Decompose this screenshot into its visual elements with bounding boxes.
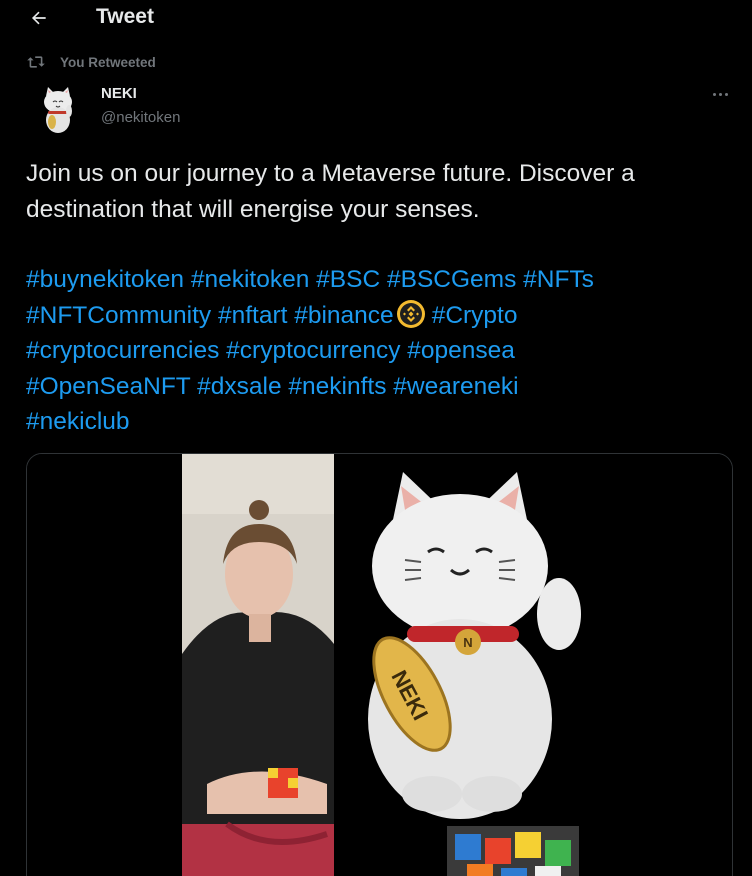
avatar[interactable] [30, 80, 86, 136]
media-frame: N NEKI [27, 454, 732, 876]
hashtag-link[interactable]: #nekitoken [191, 266, 310, 293]
collar-tag-text: N [463, 635, 472, 650]
more-dots-icon [712, 92, 716, 96]
more-options-button[interactable] [704, 84, 736, 104]
top-bar: Tweet [0, 0, 752, 36]
tweet-media-video[interactable]: N NEKI [26, 453, 733, 876]
hashtag-link[interactable]: #OpenSeaNFT [26, 373, 190, 400]
hashtag-link[interactable]: #BSCGems [387, 266, 516, 293]
hashtag-link[interactable]: #opensea [407, 337, 515, 364]
hashtag-link[interactable]: #Crypto [432, 302, 518, 329]
hashtag-link[interactable]: #buynekitoken [26, 266, 184, 293]
hashtag-link[interactable]: #NFTCommunity [26, 302, 211, 329]
hashtag-line: #cryptocurrencies #cryptocurrency #opens… [26, 333, 732, 369]
hashtag-link[interactable]: #binance [294, 302, 393, 329]
hashtag-link[interactable]: #dxsale [197, 373, 281, 400]
tweet-text: Join us on our journey to a Metaverse fu… [26, 160, 635, 223]
neki-cat-render: N NEKI [334, 454, 581, 826]
hashtag-line: #buynekitoken #nekitoken #BSC #BSCGems #… [26, 262, 732, 298]
retweet-icon [27, 56, 45, 68]
hashtag-link[interactable]: #weareneki [393, 373, 518, 400]
person-photo [182, 454, 334, 876]
hashtag-line: #OpenSeaNFT #dxsale #nekinfts #weareneki [26, 369, 732, 405]
hashtag-block: #buynekitoken #nekitoken #BSC #BSCGems #… [26, 262, 732, 440]
author-handle[interactable]: @nekitoken [101, 109, 180, 126]
hashtag-link[interactable]: #nekinfts [288, 373, 386, 400]
page-title: Tweet [96, 5, 154, 28]
hashtag-link[interactable]: #cryptocurrencies [26, 337, 219, 364]
hashtag-link[interactable]: #nftart [218, 302, 287, 329]
more-dots-icon [718, 92, 722, 96]
hashtag-line: #NFTCommunity #nftart #binance #Crypto [26, 298, 732, 334]
neki-cat-avatar [30, 80, 86, 136]
hashtag-link[interactable]: #BSC [316, 266, 380, 293]
more-dots-icon [724, 92, 728, 96]
hashtag-link[interactable]: #nekiclub [26, 408, 130, 435]
author-name[interactable]: NEKI [101, 85, 137, 102]
retweet-label: You Retweeted [60, 54, 156, 70]
binance-coin-emoji [396, 299, 425, 328]
hashtag-link[interactable]: #NFTs [523, 266, 594, 293]
retweet-context[interactable]: You Retweeted [26, 52, 156, 72]
hashtag-line: #nekiclub [26, 404, 732, 440]
back-button[interactable] [22, 2, 56, 34]
rubik-cubes-photo [447, 826, 579, 876]
arrow-left-icon [31, 11, 46, 25]
hashtag-link[interactable]: #cryptocurrency [226, 337, 400, 364]
